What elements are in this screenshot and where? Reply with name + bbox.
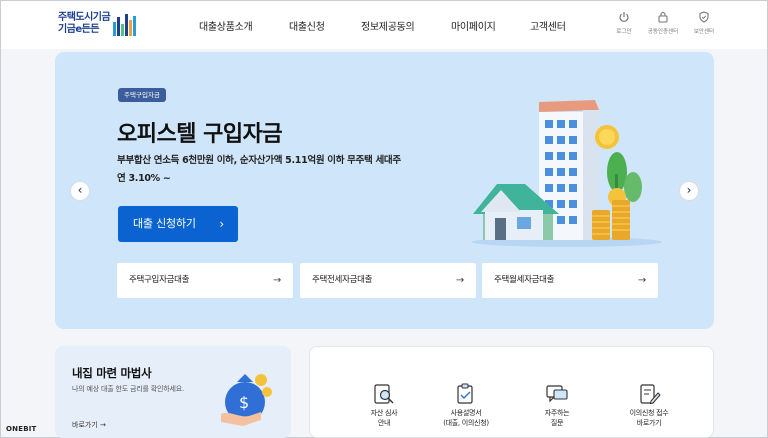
- service-faq-line2: 질문: [550, 419, 564, 427]
- apply-loan-label: 대출 신청하기: [133, 217, 196, 230]
- nav-info-consent[interactable]: 정보제공동의: [361, 18, 415, 33]
- certificate-center-button[interactable]: 공동인증센터: [643, 11, 683, 35]
- carousel-next-button[interactable]: ›: [679, 181, 699, 201]
- carousel-prev-button[interactable]: ‹: [70, 181, 90, 201]
- service-asset-review[interactable]: 자산 심사 안내: [349, 383, 419, 428]
- arrow-right-icon: →: [455, 275, 464, 286]
- category-badge: 주택구입자금: [118, 88, 166, 102]
- service-shortcuts-card: 자산 심사 안내 사용설명서 (대출, 이의신청) 자주하는 질문 이의신청 접…: [309, 346, 714, 438]
- chevron-right-icon: ›: [219, 217, 224, 231]
- wizard-shortcut-link[interactable]: 바로가기 →: [72, 420, 106, 430]
- hero-desc-line1: 부부합산 연소득 6천만원 이하, 순자산가액 5.11억원 이하 무주택 세대…: [117, 155, 401, 166]
- chevron-left-icon: ‹: [77, 183, 83, 197]
- login-label: 로그인: [616, 29, 632, 35]
- objection-icon: [640, 384, 661, 405]
- service-manual[interactable]: 사용설명서 (대출, 이의신청): [431, 383, 501, 428]
- nav-loan-products[interactable]: 대출상품소개: [199, 18, 253, 33]
- shield-icon: [699, 11, 709, 23]
- security-center-label: 보안센터: [693, 29, 715, 35]
- login-button[interactable]: 로그인: [604, 11, 644, 35]
- quick-link-jeonse-label: 주택전세자금대출: [312, 275, 373, 285]
- nav-mypage[interactable]: 마이페이지: [451, 18, 496, 33]
- service-manual-line2: (대출, 이의신청): [443, 419, 489, 427]
- lock-icon: [658, 11, 668, 23]
- header: 주택도시기금 기금e든든 대출상품소개 대출신청 정보제공동의 마이페이지 고객…: [1, 1, 767, 49]
- hero-description: 부부합산 연소득 6천만원 이하, 순자산가액 5.11억원 이하 무주택 세대…: [117, 152, 447, 188]
- quick-link-monthly-rent-label: 주택월세자금대출: [494, 275, 555, 285]
- hero-rate: 연 3.10% ~: [117, 173, 171, 184]
- security-center-button[interactable]: 보안센터: [684, 11, 724, 35]
- logo-line2: 기금e든든: [58, 24, 100, 35]
- manual-icon: [457, 383, 473, 404]
- hero-banner: 주택구입자금 오피스텔 구입자금 부부합산 연소득 6천만원 이하, 순자산가액…: [55, 52, 714, 329]
- nav-customer-center[interactable]: 고객센터: [530, 18, 566, 33]
- quick-link-monthly-rent[interactable]: 주택월세자금대출 →: [482, 263, 658, 298]
- home-wizard-card[interactable]: 내집 마련 마법사 나의 예상 대출 한도 금리를 확인하세요. 바로가기 → …: [55, 346, 291, 438]
- site-logo[interactable]: 주택도시기금 기금e든든: [58, 12, 143, 40]
- quick-link-jeonse[interactable]: 주택전세자금대출 →: [300, 263, 476, 298]
- service-asset-review-line1: 자산 심사: [370, 409, 398, 417]
- apply-loan-button[interactable]: 대출 신청하기 ›: [118, 206, 238, 242]
- service-manual-line1: 사용설명서: [450, 409, 482, 417]
- asset-review-icon: [374, 384, 394, 404]
- service-objection-line2: 바로가기: [636, 419, 662, 427]
- service-asset-review-line2: 안내: [377, 419, 391, 427]
- power-icon: [619, 12, 629, 22]
- arrow-right-icon: →: [272, 275, 281, 286]
- service-faq-line1: 자주하는: [544, 409, 570, 417]
- service-objection[interactable]: 이의신청 접수 바로가기: [614, 383, 684, 428]
- faq-icon: [546, 385, 568, 403]
- arrow-right-icon: →: [637, 275, 646, 286]
- service-faq[interactable]: 자주하는 질문: [522, 383, 592, 428]
- building-house-illustration: [472, 100, 662, 247]
- wizard-title: 내집 마련 마법사: [72, 366, 152, 380]
- money-bag-icon: $: [221, 374, 272, 426]
- chevron-right-icon: ›: [686, 183, 692, 197]
- nav-loan-apply[interactable]: 대출신청: [289, 18, 325, 33]
- logo-line1: 주택도시기금: [58, 12, 111, 23]
- quick-link-purchase[interactable]: 주택구입자금대출 →: [117, 263, 293, 298]
- service-objection-line1: 이의신청 접수: [629, 409, 669, 417]
- svg-text:$: $: [239, 393, 249, 412]
- certificate-center-label: 공동인증센터: [647, 29, 679, 35]
- footer-brand: ONEBIT: [6, 425, 37, 433]
- wizard-subtitle: 나의 예상 대출 한도 금리를 확인하세요.: [72, 385, 184, 393]
- logo-bars-icon: [113, 14, 136, 36]
- hero-title: 오피스텔 구입자금: [117, 122, 283, 147]
- quick-link-purchase-label: 주택구입자금대출: [129, 275, 190, 285]
